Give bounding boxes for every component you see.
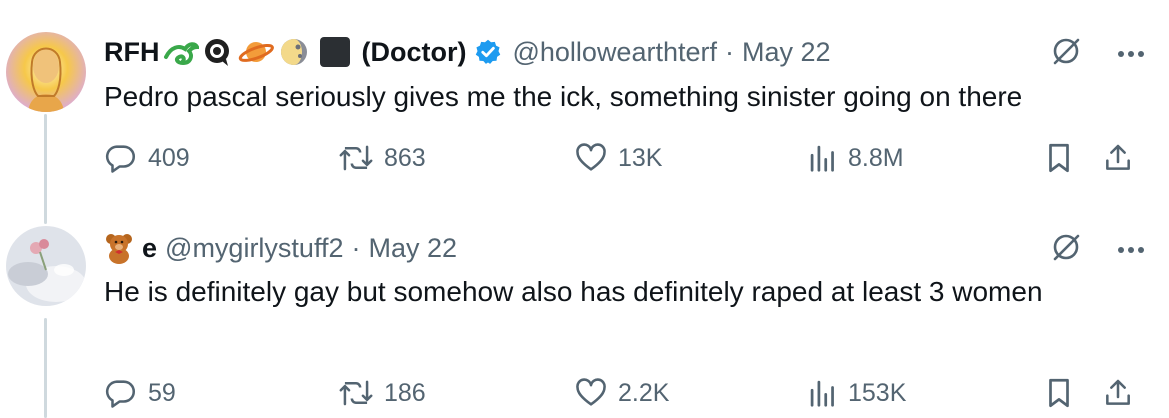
retweet-icon [338,141,374,175]
author-name[interactable]: RFH [104,37,160,68]
black-square-icon [318,37,352,67]
grok-icon[interactable] [1051,36,1081,71]
views-count: 153K [848,378,907,407]
avatar[interactable] [6,32,86,112]
tweet-header: RFH (Doctor) @hollowearthterf · May 22 [104,32,1149,72]
grok-icon[interactable] [1051,232,1081,267]
bookmark-button[interactable] [1044,376,1074,410]
author-name[interactable]: e [142,233,157,264]
retweet-count: 863 [384,143,426,172]
share-icon [1102,141,1134,175]
avatar[interactable] [6,226,86,306]
more-options-icon[interactable] [1117,241,1145,259]
teddy-bear-icon [104,232,134,264]
views-chart-icon [808,141,838,175]
reply-button[interactable]: 409 [104,141,190,175]
retweet-count: 186 [384,378,426,407]
author-handle[interactable]: @hollowearthterf [512,37,717,68]
author-handle[interactable]: @mygirlystuff2 [165,233,343,264]
reply-icon [104,141,138,175]
tweet-date[interactable]: May 22 [368,233,457,264]
reply-icon [104,376,138,410]
reply-count: 409 [148,143,190,172]
reply-button[interactable]: 59 [104,376,176,410]
tweet[interactable]: RFH (Doctor) @hollowearthterf · May 22 P… [0,0,1169,210]
reply-count: 59 [148,378,176,407]
retweet-icon [338,376,374,410]
views-chart-icon [808,376,838,410]
like-count: 2.2K [618,378,670,407]
separator-dot: · [351,232,361,263]
tweet-text: Pedro pascal seriously gives me the ick,… [104,81,1023,112]
share-icon [1102,376,1134,410]
views-button[interactable]: 8.8M [808,141,904,175]
views-count: 8.8M [848,143,904,172]
share-button[interactable] [1102,376,1134,410]
tweet-header-actions [1051,36,1145,71]
heart-icon [574,376,608,410]
author-suffix[interactable]: (Doctor) [362,37,467,68]
eye-in-speech-bubble-icon [202,37,234,67]
more-options-icon[interactable] [1117,45,1145,63]
like-button[interactable]: 13K [574,141,662,175]
tweet-text: He is definitely gay but somehow also ha… [104,276,1043,307]
like-count: 13K [618,143,663,172]
retweet-button[interactable]: 186 [338,376,426,410]
moon-phase-icon [278,37,310,67]
bookmark-icon [1044,376,1074,410]
tweet-header: e @mygirlystuff2 · May 22 [104,228,1149,268]
bookmark-icon [1044,141,1074,175]
tweet-actions: 59 186 2.2K 153K [104,376,1145,416]
tweet[interactable]: e @mygirlystuff2 · May 22 He is definite… [0,210,1169,418]
share-button[interactable] [1102,141,1134,175]
ringed-planet-icon [237,37,275,67]
views-button[interactable]: 153K [808,376,906,410]
tweet-date[interactable]: May 22 [742,37,831,68]
separator-dot: · [725,36,734,67]
retweet-button[interactable]: 863 [338,141,426,175]
bookmark-button[interactable] [1044,141,1074,175]
heart-icon [574,141,608,175]
like-button[interactable]: 2.2K [574,376,669,410]
lizard-emoji-icon [163,37,199,67]
tweet-header-actions [1051,232,1145,267]
verified-badge-icon [474,38,502,66]
tweet-actions: 409 863 13K 8.8M [104,141,1145,181]
